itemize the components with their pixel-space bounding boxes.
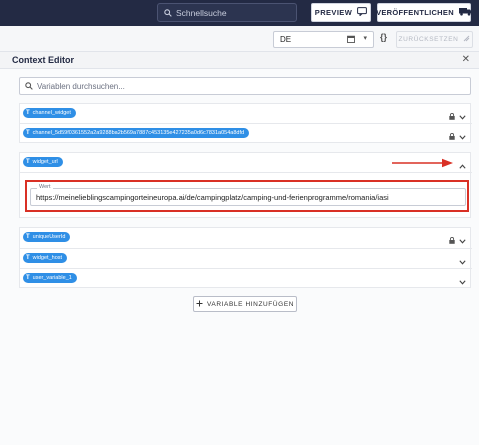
variable-search-input[interactable] xyxy=(37,81,457,91)
close-icon[interactable]: ✕ xyxy=(462,54,470,65)
chevron-down-icon[interactable] xyxy=(459,231,466,249)
search-icon xyxy=(25,77,33,95)
lock-icon xyxy=(449,127,455,145)
variable-chip: T channel_widget xyxy=(23,108,76,118)
chevron-down-icon[interactable] xyxy=(459,127,466,145)
value-field-label: Wert xyxy=(37,184,53,190)
variable-name: channel_widget xyxy=(32,110,71,116)
language-select-value: DE xyxy=(280,35,292,44)
value-field[interactable]: Wert https://meinelieblingscampingortein… xyxy=(30,184,466,206)
text-type-icon: T xyxy=(26,159,30,165)
editor-toolbar: DE ▾ {} ZURÜCKSETZEN xyxy=(0,26,479,52)
text-type-icon: T xyxy=(26,234,30,240)
variable-search xyxy=(19,77,471,95)
variable-name: channel_5d59f0361552a2a9288ba2b569a7887c… xyxy=(32,130,245,136)
chevron-down-icon: ▾ xyxy=(363,35,367,42)
variable-chip: T widget_host xyxy=(23,253,68,263)
variables-card-bottom: T uniqueUserId T widget_host T user_vari… xyxy=(19,227,472,288)
reset-button[interactable]: ZURÜCKSETZEN xyxy=(396,31,473,48)
lock-icon xyxy=(449,231,455,249)
text-type-icon: T xyxy=(26,110,30,116)
variable-row[interactable]: T uniqueUserId xyxy=(20,228,472,247)
variable-chip: T user_variable_1 xyxy=(23,273,77,283)
search-icon xyxy=(164,4,172,22)
add-variable-label: VARIABLE HINZUFÜGEN xyxy=(206,300,295,308)
add-variable-button[interactable]: VARIABLE HINZUFÜGEN xyxy=(193,296,297,312)
variable-name: widget_url xyxy=(32,159,58,165)
text-type-icon: T xyxy=(26,255,30,261)
text-type-icon: T xyxy=(26,130,30,136)
panel-title: Context Editor xyxy=(12,55,74,65)
divider xyxy=(20,172,472,173)
publish-button[interactable]: VERÖFFENTLICHEN xyxy=(376,3,472,22)
reset-icon xyxy=(463,35,470,44)
variable-row[interactable]: T user_variable_1 xyxy=(20,269,472,288)
variable-name: user_variable_1 xyxy=(32,275,72,281)
highlight-box: Wert https://meinelieblingscampingortein… xyxy=(25,180,469,212)
quick-search[interactable]: Schnellsuche xyxy=(157,3,297,22)
text-type-icon: T xyxy=(26,275,30,281)
plus-icon xyxy=(196,300,203,309)
publish-button-label: VERÖFFENTLICHEN xyxy=(376,8,454,17)
chat-icon xyxy=(357,7,368,18)
variable-row[interactable]: T widget_host xyxy=(20,249,472,268)
variable-name: widget_host xyxy=(32,255,63,261)
preview-button-label: PREVIEW xyxy=(314,8,353,17)
variable-chip: T widget_url xyxy=(23,157,63,167)
value-field-text: https://meinelieblingscampingorteineurop… xyxy=(36,193,389,202)
chevron-down-icon[interactable] xyxy=(459,272,466,290)
truck-icon xyxy=(458,7,472,18)
variables-card-top: T channel_widget T channel_5d59f0361552a… xyxy=(19,103,472,143)
variable-row[interactable]: T channel_5d59f0361552a2a9288ba2b569a788… xyxy=(20,124,472,143)
reset-button-label: ZURÜCKSETZEN xyxy=(398,36,459,43)
preview-button[interactable]: PREVIEW xyxy=(311,3,371,22)
variable-row[interactable]: T channel_widget xyxy=(20,104,472,123)
context-editor-header: Context Editor ✕ xyxy=(0,52,479,69)
variable-chip: T channel_5d59f0361552a2a9288ba2b569a788… xyxy=(23,128,250,138)
language-select[interactable]: DE ▾ xyxy=(273,31,374,48)
code-view-button[interactable]: {} xyxy=(380,32,387,42)
variable-chip: T uniqueUserId xyxy=(23,232,71,242)
quick-search-placeholder: Schnellsuche xyxy=(176,7,227,18)
top-bar: Schnellsuche PREVIEW VERÖFFENTLICHEN xyxy=(0,0,479,26)
annotation-arrow-icon xyxy=(392,158,453,168)
variable-name: uniqueUserId xyxy=(32,234,66,240)
calendar-icon xyxy=(347,35,355,45)
